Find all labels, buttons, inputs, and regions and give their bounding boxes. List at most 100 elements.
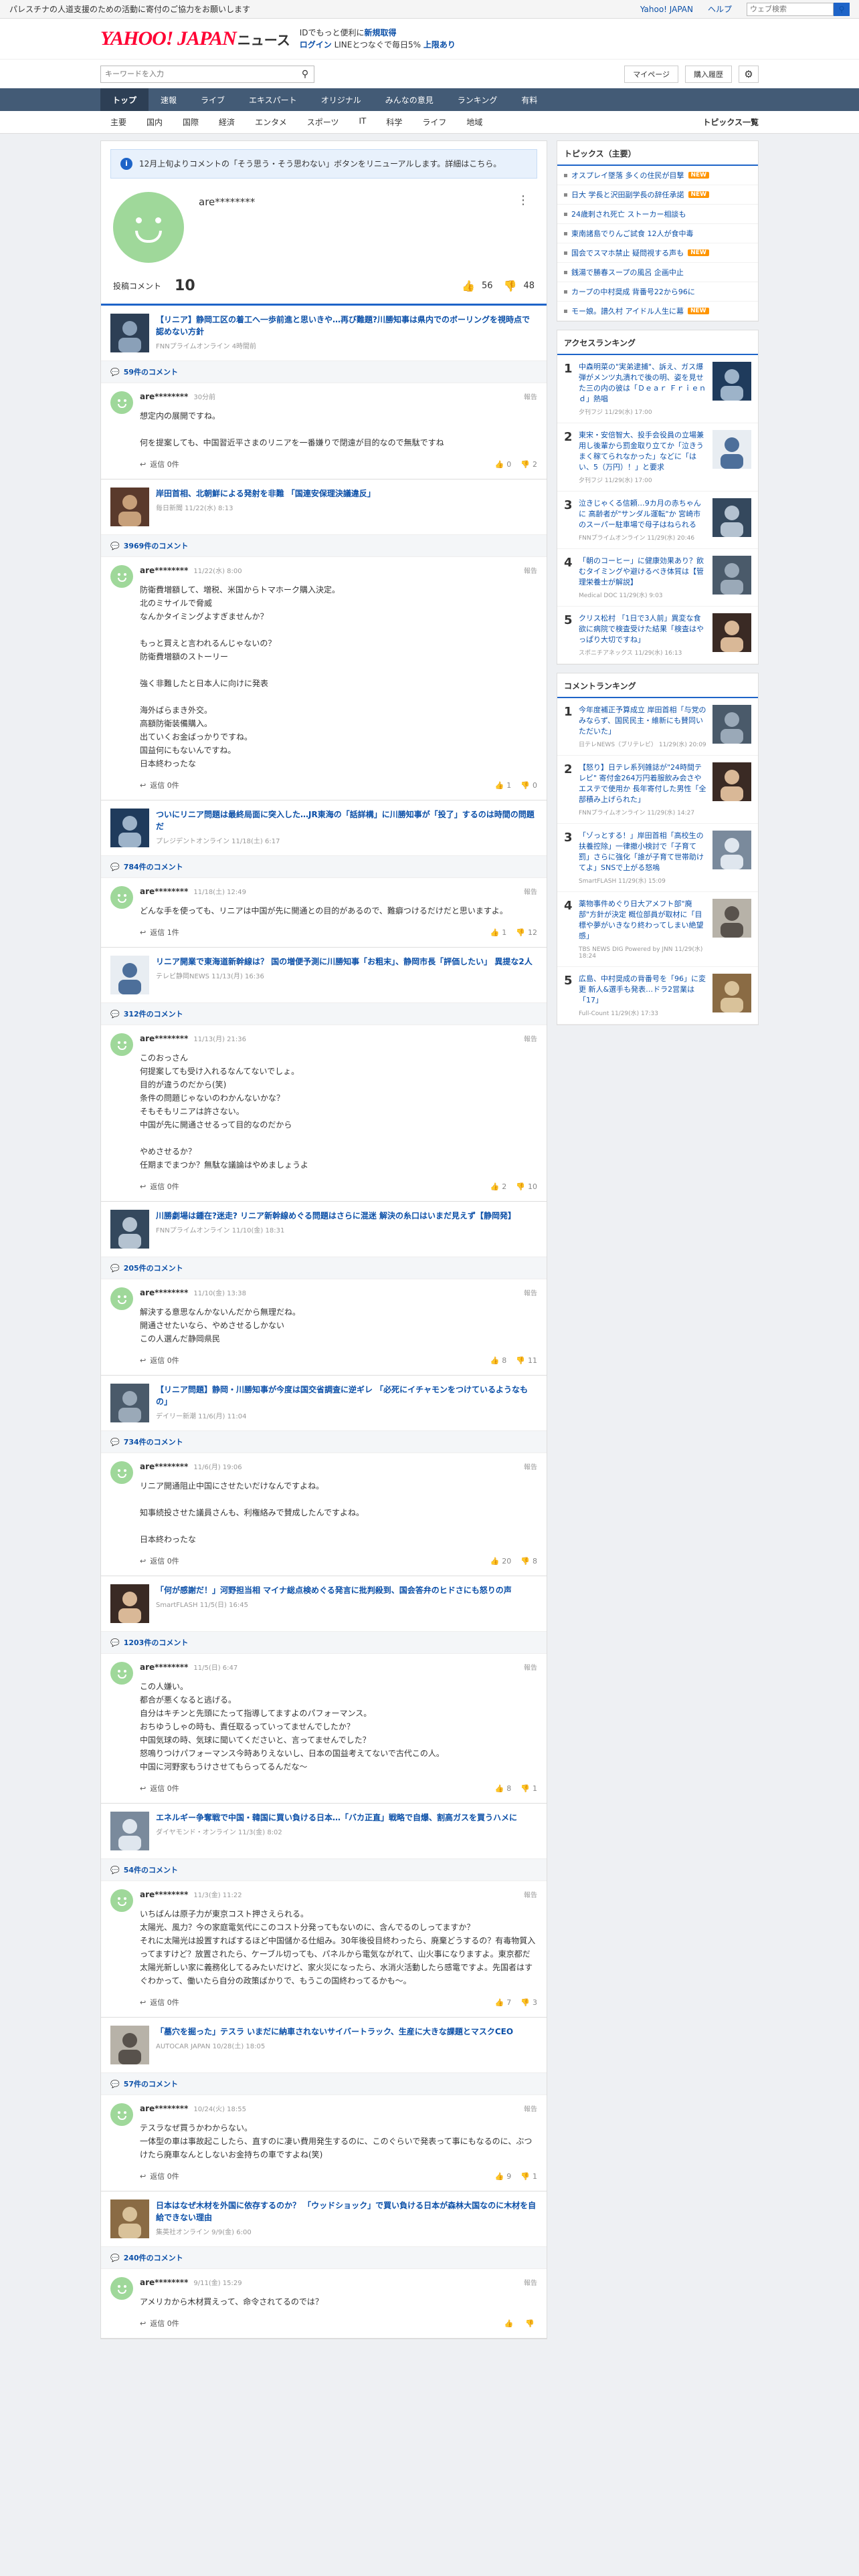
article-title[interactable]: エネルギー争奪戦で中国・韓国に買い負ける日本…「バカ正直」戦略で自爆、割高ガスを… (156, 1812, 517, 1824)
article-title[interactable]: 岸田首相、北朝鮮による発射を非難 「国連安保理決議違反」 (156, 488, 375, 500)
disagree-button[interactable]: 👎 12 (516, 928, 537, 937)
category-entertainment[interactable]: エンタメ (245, 116, 297, 128)
purchase-history-button[interactable]: 購入履歴 (685, 65, 732, 83)
ranking-title[interactable]: 泣きじゃくる信頼…9カ月の赤ちゃんに 高齢者が"サンダル運転"か 宮崎市のスーパ… (579, 498, 707, 530)
article-item[interactable]: ついにリニア問題は最終局面に突入した…JR東海の「話詳構」に川勝知事が「投了」す… (101, 800, 547, 856)
article-thumbnail[interactable] (110, 1812, 149, 1850)
category-local[interactable]: 地域 (456, 116, 492, 128)
disagree-button[interactable]: 👎 (525, 2319, 537, 2328)
ranking-thumbnail[interactable] (712, 705, 751, 744)
article-title[interactable]: 「墓穴を掘った」テスラ いまだに納車されないサイバートラック、生産に大きな課題と… (156, 2026, 513, 2038)
ranking-title[interactable]: 東宋・安倍智大、投手会役員の立場兼用し後輩から罰金取り立てか「泣きうまく稼てられ… (579, 430, 707, 473)
tab-top[interactable]: トップ (100, 88, 149, 111)
article-thumbnail[interactable] (110, 956, 149, 994)
ranking-item[interactable]: 3 泣きじゃくる信頼…9カ月の赤ちゃんに 高齢者が"サンダル運転"か 宮崎市のス… (557, 492, 758, 549)
article-thumbnail[interactable] (110, 1210, 149, 1249)
disagree-button[interactable]: 👎 1 (520, 1784, 537, 1793)
agree-button[interactable]: 👍 0 (495, 460, 512, 469)
more-menu-icon[interactable]: ⋮ (517, 193, 529, 207)
login-link[interactable]: ログイン (300, 40, 332, 49)
comment-count-link[interactable]: 💬 240件のコメント (101, 2247, 547, 2269)
report-link[interactable]: 報告 (524, 1033, 537, 1043)
avatar[interactable] (110, 2277, 133, 2300)
signup-link[interactable]: 新規取得 (365, 28, 397, 37)
ranking-item[interactable]: 3 「ゾっとする！」岸田首相「高校生の扶養控除」一律撤小検討で「子育て罰」さらに… (557, 824, 758, 892)
article-item[interactable]: 川勝劇場は鍾在?迷走? リニア新幹線めぐる問題はさらに混迷 解決の糸口はいまだ見… (101, 1202, 547, 1257)
topics-list-link[interactable]: トピックス一覧 (702, 116, 759, 128)
category-main[interactable]: 主要 (100, 116, 136, 128)
reply-button[interactable]: ↩ 返信 0件 (140, 780, 179, 790)
help-link[interactable]: ヘルプ (708, 3, 732, 15)
article-title[interactable]: 「何が感謝だ！」河野担当相 マイナ総点検めぐる発言に批判殺到、国会答弁のヒドさに… (156, 1584, 512, 1596)
article-thumbnail[interactable] (110, 2199, 149, 2238)
ranking-thumbnail[interactable] (712, 762, 751, 801)
topic-item[interactable]: 国会でスマホ禁止 疑問視する声も NEW (557, 243, 758, 263)
ranking-title[interactable]: 広島、中村奨成の背番号を「96」に変更 新人&選手も発表…ドラ2営業は「17」 (579, 974, 707, 1006)
reply-button[interactable]: ↩ 返信 0件 (140, 459, 179, 469)
yahoo-japan-link[interactable]: Yahoo! JAPAN (640, 5, 693, 14)
tab-opinions[interactable]: みんなの意見 (373, 88, 446, 111)
reply-button[interactable]: ↩ 返信 0件 (140, 1181, 179, 1192)
category-sports[interactable]: スポーツ (297, 116, 349, 128)
category-world[interactable]: 国際 (173, 116, 209, 128)
article-item[interactable]: エネルギー争奪戦で中国・韓国に買い負ける日本…「バカ正直」戦略で自爆、割高ガスを… (101, 1804, 547, 1859)
ranking-item[interactable]: 1 今年度補正予算成立 岸田首相「与党のみならず、国民民主・維新にも賛同いただい… (557, 698, 758, 756)
category-life[interactable]: ライフ (412, 116, 456, 128)
ranking-item[interactable]: 2 【怒り】日テレ系列雑誌が"24時間テレビ" 寄付金264万円着服飲み会さやエ… (557, 756, 758, 824)
disagree-button[interactable]: 👎 11 (516, 1356, 537, 1365)
reply-button[interactable]: ↩ 返信 0件 (140, 2171, 179, 2181)
comment-count-link[interactable]: 💬 734件のコメント (101, 1431, 547, 1453)
mypage-button[interactable]: マイページ (624, 65, 678, 83)
article-thumbnail[interactable] (110, 1384, 149, 1422)
avatar[interactable] (110, 1889, 133, 1912)
tab-live[interactable]: ライブ (189, 88, 237, 111)
ranking-title[interactable]: 「ゾっとする！」岸田首相「高校生の扶養控除」一律撤小検討で「子育て罰」さらに強化… (579, 831, 707, 873)
topic-item[interactable]: 銭湯で勝春スープの風呂 企画中止 (557, 263, 758, 282)
ranking-thumbnail[interactable] (712, 430, 751, 469)
article-item[interactable]: 日本はなぜ木材を外国に依存するのか？ 「ウッドショック」で買い負ける日本が森林大… (101, 2191, 547, 2247)
reply-button[interactable]: ↩ 返信 1件 (140, 927, 179, 938)
article-thumbnail[interactable] (110, 809, 149, 847)
comment-count-link[interactable]: 💬 54件のコメント (101, 1859, 547, 1881)
ranking-item[interactable]: 2 東宋・安倍智大、投手会役員の立場兼用し後輩から罰金取り立てか「泣きうまく稼て… (557, 423, 758, 492)
comment-user[interactable]: are******** (140, 392, 188, 401)
comment-user[interactable]: are******** (140, 2278, 188, 2287)
comment-user[interactable]: are******** (140, 1462, 188, 1471)
reply-button[interactable]: ↩ 返信 0件 (140, 1783, 179, 1794)
ranking-thumbnail[interactable] (712, 498, 751, 537)
ranking-item[interactable]: 4 薬物事件めぐり日大アメフト部"廃部"方針が決定 概位部員が取材に「目標や夢が… (557, 892, 758, 967)
disagree-button[interactable]: 👎 10 (516, 1182, 537, 1191)
ranking-thumbnail[interactable] (712, 613, 751, 652)
ranking-thumbnail[interactable] (712, 556, 751, 595)
category-economy[interactable]: 経済 (209, 116, 245, 128)
ranking-thumbnail[interactable] (712, 899, 751, 938)
article-title[interactable]: 【リニア】静岡工区の着工へ一歩前進と思いきや…再び難題?川勝知事は県内でのボーリ… (156, 314, 537, 338)
web-search-button[interactable]: ⚲ (834, 2, 850, 16)
agree-button[interactable]: 👍 (504, 2319, 516, 2328)
article-title[interactable]: リニア開業で東海道新幹線は？ 国の増便予測に川勝知事「お粗末」、静岡市長「評価し… (156, 956, 533, 968)
disagree-button[interactable]: 👎 3 (520, 1998, 537, 2007)
ranking-title[interactable]: 「朝のコーヒー」に健康効果あり？飲むタイミングや避けるべき体質は【管理栄養士が解… (579, 556, 707, 588)
report-link[interactable]: 報告 (524, 2277, 537, 2287)
article-title[interactable]: 日本はなぜ木材を外国に依存するのか？ 「ウッドショック」で買い負ける日本が森林大… (156, 2199, 537, 2224)
ranking-thumbnail[interactable] (712, 831, 751, 869)
comment-user[interactable]: are******** (140, 2104, 188, 2113)
reply-button[interactable]: ↩ 返信 0件 (140, 1555, 179, 1566)
comment-user[interactable]: are******** (140, 1890, 188, 1899)
search-icon[interactable]: ⚲ (296, 69, 314, 80)
agree-button[interactable]: 👍 1 (495, 781, 512, 790)
ranking-item[interactable]: 5 広島、中村奨成の背番号を「96」に変更 新人&選手も発表…ドラ2営業は「17… (557, 967, 758, 1025)
keyword-input[interactable] (101, 66, 296, 82)
ranking-title[interactable]: 【怒り】日テレ系列雑誌が"24時間テレビ" 寄付金264万円着服飲み会さやエステ… (579, 762, 707, 805)
agree-button[interactable]: 👍 9 (495, 2172, 512, 2181)
article-item[interactable]: 「墓穴を掘った」テスラ いまだに納車されないサイバートラック、生産に大きな課題と… (101, 2018, 547, 2073)
avatar[interactable] (110, 1287, 133, 1310)
ranking-item[interactable]: 1 中森明菜の"実弟逮捕"、訴え、ガス爆弾がメンツ丸潰れで後の明、姿を見せた三の… (557, 355, 758, 423)
reply-button[interactable]: ↩ 返信 0件 (140, 2318, 179, 2329)
agree-button[interactable]: 👍 7 (495, 1998, 512, 2007)
ranking-thumbnail[interactable] (712, 362, 751, 401)
topic-item[interactable]: カープの中村奨成 背番号22から96に (557, 282, 758, 302)
topic-item[interactable]: モー娘。譜久村 アイドル人生に幕 NEW (557, 302, 758, 321)
disagree-button[interactable]: 👎 8 (520, 1557, 537, 1566)
avatar[interactable] (110, 565, 133, 588)
